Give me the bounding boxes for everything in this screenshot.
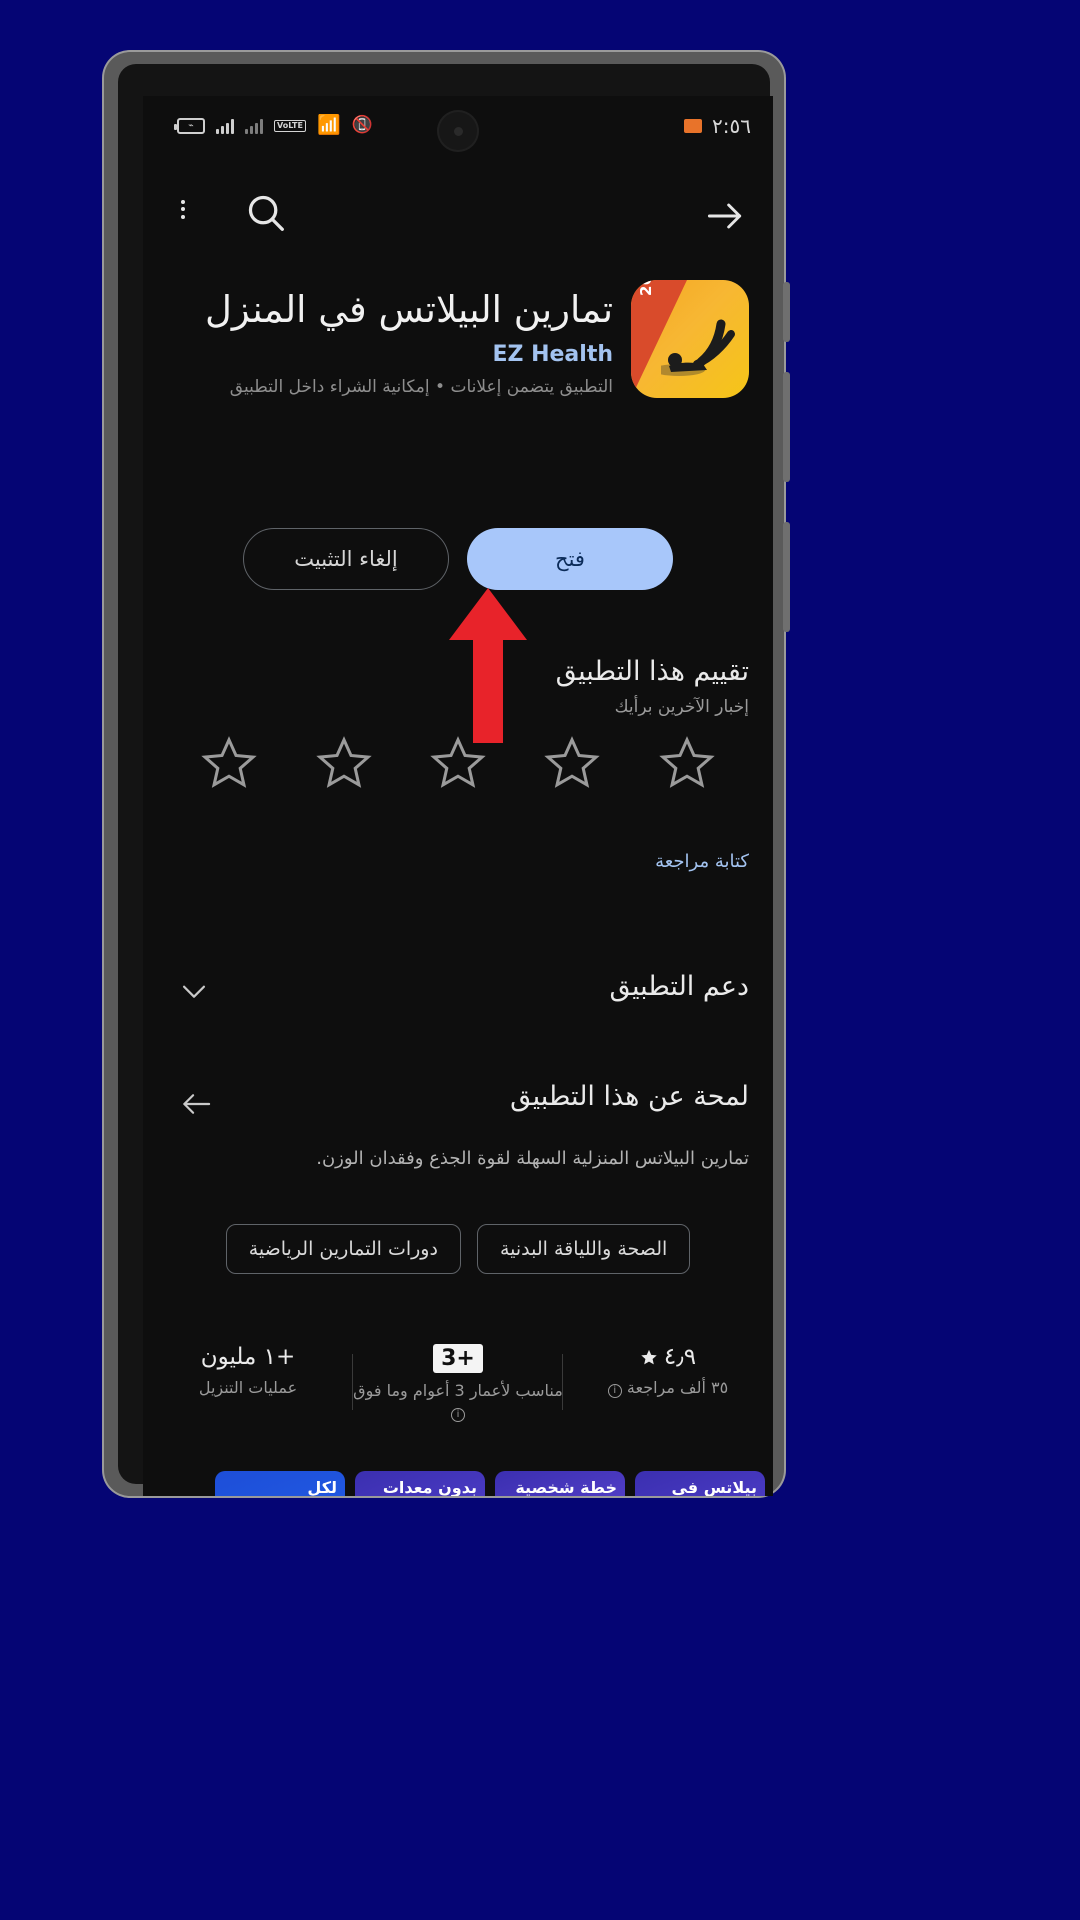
- category-chip[interactable]: الصحة واللياقة البدنية: [476, 1224, 691, 1274]
- support-section-title: دعم التطبيق: [609, 971, 749, 1002]
- star-icon[interactable]: [658, 734, 715, 790]
- signal-bars-2-icon: [245, 118, 263, 134]
- app-stats-row: ٤٫٩ ٣٥ ألف مراجعة i 3+ مناسب لأعمار 3 أع…: [143, 1344, 773, 1423]
- action-buttons: فتح إلغاء التثبيت: [143, 528, 773, 590]
- age-rating-badge: 3+: [433, 1344, 483, 1373]
- arrow-left-icon[interactable]: [177, 1088, 215, 1120]
- open-button[interactable]: فتح: [467, 528, 673, 590]
- star-icon: [641, 1349, 657, 1365]
- front-camera-icon: [437, 110, 479, 152]
- overflow-menu-icon[interactable]: [177, 196, 189, 222]
- info-icon[interactable]: i: [451, 1407, 465, 1422]
- wifi-icon: 📶: [316, 114, 341, 136]
- phone-screen: ⌁ VoLTE 📶 📵 ٢:٥٦ تمارين البيلاتس في المن…: [143, 96, 773, 1496]
- stat-age-sub: مناسب لأعمار 3 أعوام وما فوق: [353, 1381, 563, 1400]
- category-chips: الصحة واللياقة البدنية دورات التمارين ال…: [143, 1224, 773, 1274]
- app-icon-figure: [661, 319, 735, 376]
- battery-saver-icon: ⌁: [174, 117, 205, 134]
- star-icon[interactable]: [430, 734, 486, 790]
- about-section-title: لمحة عن هذا التطبيق: [510, 1081, 749, 1112]
- vibrate-icon: 📵: [351, 115, 373, 135]
- support-section[interactable]: دعم التطبيق: [167, 971, 749, 1002]
- screenshot-thumb[interactable]: لكل المستويات مبتدئ: [215, 1471, 345, 1496]
- stat-downloads: +١ مليون عمليات التنزيل: [143, 1344, 353, 1423]
- star-icon[interactable]: [316, 734, 372, 790]
- about-description: تمارين البيلاتس المنزلية السهلة لقوة الج…: [316, 1148, 749, 1169]
- search-icon[interactable]: [243, 190, 289, 236]
- star-icon[interactable]: [544, 734, 601, 790]
- screenshot-title: خطة شخصية: [515, 1478, 617, 1496]
- star-icon[interactable]: [201, 734, 258, 790]
- screenshot-title: بيلاتس في المنزل: [671, 1478, 757, 1496]
- phone-bezel: ⌁ VoLTE 📶 📵 ٢:٥٦ تمارين البيلاتس في المن…: [118, 64, 773, 1496]
- stat-downloads-sub: عمليات التنزيل: [198, 1378, 298, 1397]
- rating-section-title: تقييم هذا التطبيق: [555, 656, 749, 687]
- app-subtitle: التطبيق يتضمن إعلانات • إمكانية الشراء د…: [229, 377, 613, 398]
- battery-orange-icon: [684, 119, 703, 133]
- screenshot-thumb[interactable]: خطة شخصية مصممة لك: [495, 1471, 625, 1496]
- screenshot-thumb[interactable]: بيلاتس في المنزل حياتك أقوى: [635, 1471, 765, 1496]
- phone-frame: ⌁ VoLTE 📶 📵 ٢:٥٦ تمارين البيلاتس في المن…: [104, 52, 790, 1496]
- stat-rating: ٤٫٩ ٣٥ ألف مراجعة i: [563, 1344, 773, 1423]
- screenshot-title: بدون معدات: [382, 1478, 477, 1496]
- app-developer[interactable]: EZ Health: [167, 342, 613, 367]
- star-rating-input[interactable]: [143, 734, 773, 790]
- top-app-bar: [143, 168, 773, 258]
- screenshot-title: لكل المستويات: [307, 1478, 337, 1496]
- watermark-left: elyusuf-ultra.com| elyusuf-ultra.com| el…: [0, 0, 110, 1920]
- screenshot-strip[interactable]: بيلاتس في المنزل حياتك أقوى خطة شخصية مص…: [143, 1471, 773, 1496]
- screenshot-thumb[interactable]: بدون معدات في أي مكان: [355, 1471, 485, 1496]
- volte-icon: VoLTE: [274, 119, 306, 132]
- status-bar-clock: ٢:٥٦: [712, 114, 751, 138]
- app-icon: 2024: [631, 280, 749, 398]
- write-review-link[interactable]: كتابة مراجعة: [655, 851, 749, 872]
- stat-rating-value: ٤٫٩: [663, 1344, 697, 1370]
- stat-rating-sub: ٣٥ ألف مراجعة: [626, 1378, 729, 1397]
- rating-section: تقييم هذا التطبيق إخبار الآخرين برأيك: [167, 656, 749, 717]
- app-icon-year: 2024: [637, 280, 655, 296]
- rating-section-subtitle: إخبار الآخرين برأيك: [614, 697, 749, 717]
- app-title: تمارين البيلاتس في المنزل: [205, 288, 613, 331]
- chevron-down-icon[interactable]: [177, 974, 211, 1008]
- back-arrow-icon[interactable]: [703, 194, 747, 238]
- phone-button-volume-up: [783, 372, 790, 482]
- watermark-right: elyusuf-ultra.com| elyusuf-ultra.com| el…: [970, 0, 1080, 1920]
- signal-bars-icon: [216, 118, 234, 134]
- stat-age-rating: 3+ مناسب لأعمار 3 أعوام وما فوق i: [353, 1344, 563, 1423]
- phone-button-volume-down: [783, 522, 790, 632]
- app-header: 2024 تمارين البيلاتس في المنزل EZ Health: [167, 280, 749, 398]
- uninstall-button[interactable]: إلغاء التثبيت: [243, 528, 449, 590]
- stat-downloads-value: +١ مليون: [200, 1344, 296, 1370]
- status-bar: ⌁ VoLTE 📶 📵 ٢:٥٦: [143, 96, 773, 166]
- about-section[interactable]: لمحة عن هذا التطبيق: [167, 1081, 749, 1112]
- phone-button-power: [783, 282, 790, 342]
- category-chip[interactable]: دورات التمارين الرياضية: [225, 1224, 461, 1274]
- info-icon[interactable]: i: [607, 1384, 622, 1398]
